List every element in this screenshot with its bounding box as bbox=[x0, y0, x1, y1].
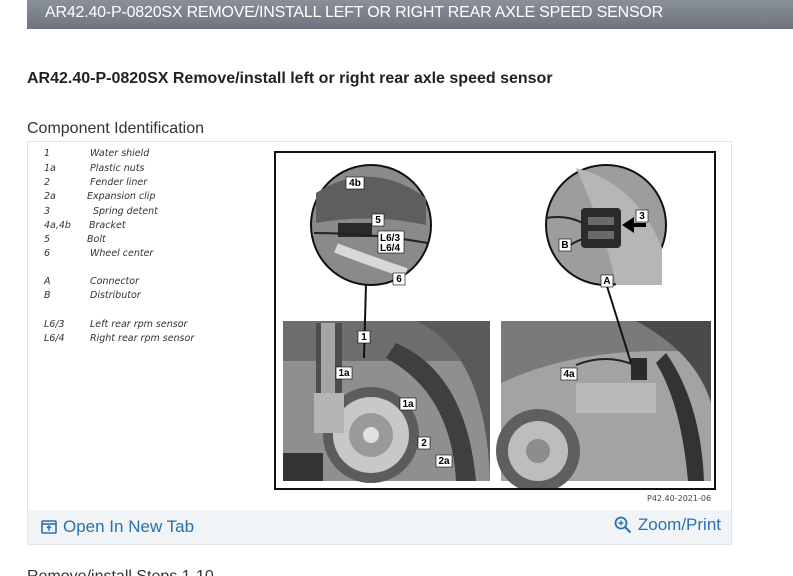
legend-label: Spring detent bbox=[93, 206, 158, 217]
legend-label: Left rear rpm sensor bbox=[90, 319, 188, 330]
legend-key: 4a,4b bbox=[44, 220, 71, 231]
section-label: Component Identification bbox=[27, 120, 204, 137]
callout-a: A bbox=[603, 276, 610, 287]
document-title: AR42.40-P-0820SX Remove/install left or … bbox=[27, 70, 553, 87]
legend-key: 1a bbox=[44, 163, 56, 174]
figure-actions: Open In New Tab Zoom/Print bbox=[28, 510, 731, 544]
legend-key: 2a bbox=[44, 191, 56, 202]
legend-label: Expansion clip bbox=[87, 191, 156, 202]
legend-key: A bbox=[44, 276, 51, 287]
legend-key: B bbox=[44, 290, 51, 301]
wheel-arch-photo-left bbox=[283, 321, 490, 483]
wheel-arch-photo-right bbox=[496, 321, 711, 488]
legend-label: Plastic nuts bbox=[90, 163, 145, 174]
callout-2: 2 bbox=[421, 438, 427, 449]
callout-3: 3 bbox=[639, 211, 645, 222]
zoom-print-link[interactable]: Zoom/Print bbox=[614, 515, 721, 535]
callout-l6-4: L6/4 bbox=[380, 243, 400, 254]
callout-b: B bbox=[561, 240, 568, 251]
legend-key: L6/4 bbox=[44, 333, 65, 344]
page-header-bar: AR42.40-P-0820SX REMOVE/INSTALL LEFT OR … bbox=[27, 0, 793, 29]
legend-key: 6 bbox=[44, 248, 51, 259]
open-in-new-tab-link[interactable]: Open In New Tab bbox=[41, 517, 194, 537]
legend-key: 5 bbox=[44, 234, 51, 245]
open-in-new-tab-label: Open In New Tab bbox=[63, 517, 195, 536]
callout-6: 6 bbox=[396, 274, 402, 285]
callout-1a-left: 1a bbox=[338, 368, 350, 379]
legend-label: Bolt bbox=[87, 234, 106, 245]
component-figure[interactable]: 1 Water shield 1a Plastic nuts 2 Fender lin… bbox=[28, 142, 731, 510]
legend-label: Bracket bbox=[89, 220, 126, 231]
legend-key: L6/3 bbox=[44, 319, 65, 330]
callout-4b: 4b bbox=[349, 178, 361, 189]
sensor-diagram: 4b 5 L6/3 L6/4 6 3 B A 1 1a 1a 2 2a 4a bbox=[274, 151, 716, 490]
zoom-icon bbox=[614, 516, 632, 534]
legend-label: Fender liner bbox=[90, 177, 148, 188]
figure-reference: P42.40-2021-06 bbox=[647, 494, 712, 503]
legend-label: Connector bbox=[90, 276, 139, 287]
open-tab-icon bbox=[41, 520, 57, 534]
callout-4a: 4a bbox=[563, 369, 575, 380]
legend-label: Wheel center bbox=[90, 248, 154, 259]
callout-1a-right: 1a bbox=[402, 399, 414, 410]
sensor-diagram-illustration: 4b 5 L6/3 L6/4 6 3 B A 1 1a 1a 2 2a 4a bbox=[283, 164, 711, 488]
header-title: AR42.40-P-0820SX REMOVE/INSTALL LEFT OR … bbox=[45, 4, 664, 21]
legend-key: 3 bbox=[44, 206, 51, 217]
next-section-heading: Remove/install Steps 1-10 bbox=[27, 568, 214, 576]
callout-1: 1 bbox=[361, 332, 367, 343]
callout-5: 5 bbox=[375, 215, 381, 226]
figure-card: 1 Water shield 1a Plastic nuts 2 Fender lin… bbox=[27, 141, 732, 545]
legend-key: 1 bbox=[44, 148, 51, 159]
zoom-print-label: Zoom/Print bbox=[637, 515, 721, 534]
legend-label: Water shield bbox=[90, 148, 150, 159]
legend-key: 2 bbox=[44, 177, 51, 188]
legend-label: Distributor bbox=[90, 290, 141, 301]
callout-2a: 2a bbox=[438, 456, 450, 467]
legend-label: Right rear rpm sensor bbox=[90, 333, 195, 344]
